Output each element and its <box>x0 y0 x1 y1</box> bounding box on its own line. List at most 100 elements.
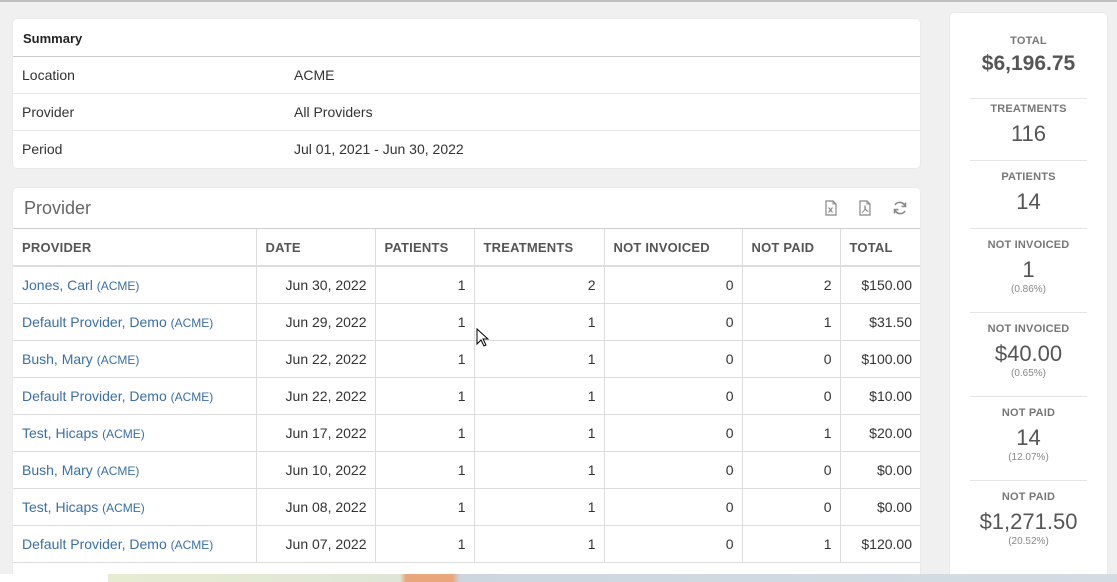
mouse-cursor-icon <box>476 328 490 347</box>
stat-total: TOTAL $6,196.75 <box>970 35 1087 99</box>
not-invoiced-cell: 0 <box>604 303 743 341</box>
provider-name-link[interactable]: Test, Hicaps <box>22 425 98 441</box>
patients-cell: 1 <box>375 303 475 341</box>
location-label: (ACME) <box>96 278 140 293</box>
table-row: Bush, Mary (ACME) Jun 22, 2022 1 1 0 0 $… <box>13 340 920 378</box>
provider-name-link[interactable]: Default Provider, Demo <box>22 314 167 330</box>
stat-percent: (12.07%) <box>1008 452 1049 463</box>
summary-row-location: Location ACME <box>13 57 920 94</box>
not-invoiced-cell: 0 <box>604 377 743 415</box>
total-cell: $150.00 <box>840 266 920 304</box>
stat-value: 14 <box>1016 189 1041 214</box>
summary-card: Summary Location ACME Provider All Provi… <box>13 19 920 168</box>
excel-export-icon[interactable] <box>824 200 838 216</box>
not-paid-cell: 2 <box>742 266 841 304</box>
summary-value: Jul 01, 2021 - Jun 30, 2022 <box>294 141 464 157</box>
not-invoiced-cell: 0 <box>604 488 743 526</box>
provider-name-link[interactable]: Default Provider, Demo <box>22 388 167 404</box>
location-label: (ACME) <box>170 315 214 330</box>
provider-cell[interactable]: Jones, Carl (ACME) <box>13 266 257 304</box>
stat-value: $1,271.50 <box>979 509 1078 534</box>
column-header[interactable]: DATE <box>256 229 376 267</box>
table-row: Default Provider, Demo (ACME) Jun 22, 20… <box>13 377 920 415</box>
column-header[interactable]: PATIENTS <box>375 229 475 267</box>
date-cell: Jun 07, 2022 <box>256 525 376 563</box>
stat-not-invoiced-amount: NOT INVOICED $40.00 (0.65%) <box>970 323 1087 397</box>
provider-cell[interactable]: Default Provider, Demo (ACME) <box>13 525 257 563</box>
column-header[interactable]: TOTAL <box>840 229 920 267</box>
stat-percent: (0.65%) <box>1010 368 1046 379</box>
provider-name-link[interactable]: Test, Hicaps <box>22 499 98 515</box>
provider-card: Provider PROVIDER DATE PATIENTS TREATMEN… <box>13 188 920 582</box>
patients-cell: 1 <box>375 414 475 452</box>
total-cell: $20.00 <box>840 414 920 452</box>
provider-cell[interactable]: Bush, Mary (ACME) <box>13 451 257 489</box>
date-cell: Jun 17, 2022 <box>256 414 376 452</box>
refresh-icon[interactable] <box>892 200 908 216</box>
date-cell: Jun 30, 2022 <box>256 266 376 304</box>
column-header[interactable]: PROVIDER <box>13 229 257 267</box>
pdf-export-icon[interactable] <box>858 200 872 216</box>
summary-key: Provider <box>22 104 75 120</box>
stat-percent: (20.52%) <box>1008 536 1049 547</box>
table-header-row: PROVIDER DATE PATIENTS TREATMENTS NOT IN… <box>13 229 920 267</box>
provider-name-link[interactable]: Bush, Mary <box>22 351 93 367</box>
table-row: Test, Hicaps (ACME) Jun 17, 2022 1 1 0 1… <box>13 414 920 452</box>
stat-value: 116 <box>1010 121 1047 146</box>
not-paid-cell: 0 <box>742 377 841 415</box>
not-paid-cell: 1 <box>742 525 841 563</box>
total-cell: $120.00 <box>840 525 920 563</box>
not-paid-cell: 0 <box>742 488 841 526</box>
stat-value: 1 <box>1022 257 1035 282</box>
provider-cell[interactable]: Bush, Mary (ACME) <box>13 340 257 378</box>
date-cell: Jun 10, 2022 <box>256 451 376 489</box>
patients-cell: 1 <box>375 488 475 526</box>
column-header[interactable]: TREATMENTS <box>474 229 605 267</box>
treatments-cell: 1 <box>474 525 605 563</box>
taskbar-strip <box>0 574 1117 582</box>
patients-cell: 1 <box>375 266 475 304</box>
provider-table: PROVIDER DATE PATIENTS TREATMENTS NOT IN… <box>13 229 920 563</box>
table-row: Default Provider, Demo (ACME) Jun 07, 20… <box>13 525 920 563</box>
provider-cell[interactable]: Default Provider, Demo (ACME) <box>13 303 257 341</box>
not-paid-cell: 0 <box>742 340 841 378</box>
provider-name-link[interactable]: Bush, Mary <box>22 462 93 478</box>
top-border <box>0 0 1117 2</box>
location-label: (ACME) <box>96 463 140 478</box>
date-cell: Jun 22, 2022 <box>256 340 376 378</box>
date-cell: Jun 29, 2022 <box>256 303 376 341</box>
treatments-cell: 1 <box>474 488 605 526</box>
provider-name-link[interactable]: Default Provider, Demo <box>22 536 167 552</box>
not-invoiced-cell: 0 <box>604 525 743 563</box>
total-cell: $0.00 <box>840 488 920 526</box>
column-header[interactable]: NOT INVOICED <box>604 229 743 267</box>
summary-key: Period <box>22 141 63 157</box>
stats-panel: TOTAL $6,196.75 TREATMENTS 116 PATIENTS … <box>950 13 1107 582</box>
stat-label: NOT PAID <box>1001 407 1056 419</box>
provider-cell[interactable]: Test, Hicaps (ACME) <box>13 414 257 452</box>
column-header[interactable]: NOT PAID <box>742 229 841 267</box>
summary-row-provider: Provider All Providers <box>13 94 920 131</box>
provider-cell[interactable]: Test, Hicaps (ACME) <box>13 488 257 526</box>
treatments-cell: 1 <box>474 451 605 489</box>
table-row: Default Provider, Demo (ACME) Jun 29, 20… <box>13 303 920 341</box>
stat-percent: (0.86%) <box>1010 284 1046 295</box>
table-row: Bush, Mary (ACME) Jun 10, 2022 1 1 0 0 $… <box>13 451 920 489</box>
stat-label: PATIENTS <box>1001 171 1056 183</box>
treatments-cell: 2 <box>474 266 605 304</box>
patients-cell: 1 <box>375 525 475 563</box>
provider-title: Provider <box>24 198 92 218</box>
summary-row-period: Period Jul 01, 2021 - Jun 30, 2022 <box>13 131 920 168</box>
total-cell: $100.00 <box>840 340 920 378</box>
stat-not-paid-amount: NOT PAID $1,271.50 (20.52%) <box>970 491 1087 565</box>
location-label: (ACME) <box>96 352 140 367</box>
not-paid-cell: 1 <box>742 303 841 341</box>
provider-name-link[interactable]: Jones, Carl <box>22 277 93 293</box>
not-invoiced-cell: 0 <box>604 266 743 304</box>
location-label: (ACME) <box>102 426 145 441</box>
location-label: (ACME) <box>170 389 214 404</box>
provider-cell[interactable]: Default Provider, Demo (ACME) <box>13 377 257 415</box>
date-cell: Jun 08, 2022 <box>256 488 376 526</box>
not-paid-cell: 0 <box>742 451 841 489</box>
provider-header: Provider <box>13 188 920 229</box>
